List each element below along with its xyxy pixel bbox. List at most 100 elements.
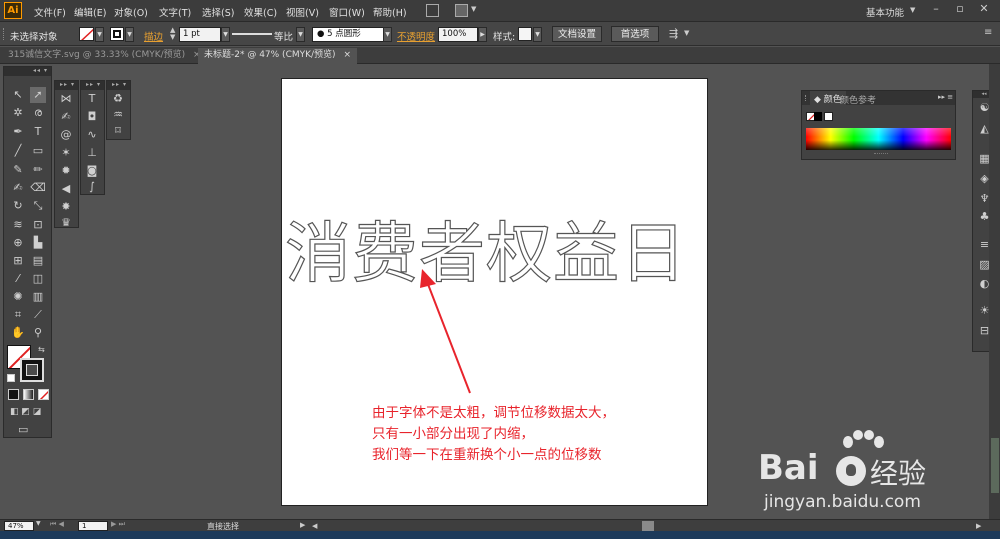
panel-collapse-icon[interactable]: ▸▸ ▾ [107,81,130,90]
rectangle-tool-icon[interactable]: ▭ [30,143,46,159]
pencil-tool-icon[interactable]: ✏ [30,162,46,178]
gradient-tool-icon[interactable]: ▤ [30,253,46,269]
crystallize-tool-icon[interactable]: ✸ [58,199,74,215]
eraser-tool-icon[interactable]: ⌫ [30,180,46,196]
pen-tool-icon[interactable]: ✒ [10,124,26,140]
vertical-area-type-tool-icon[interactable]: ◙ [84,163,100,179]
status-menu-icon[interactable]: ▶ [300,521,305,529]
arrange-documents-icon[interactable] [455,4,468,17]
type-tool-icon[interactable]: T [30,124,46,140]
stroke-dropdown-icon[interactable]: ▼ [125,27,134,42]
tab-close-icon[interactable]: × [343,50,351,60]
close-icon[interactable]: ✕ [972,0,996,18]
maximize-icon[interactable]: ▫ [948,0,972,18]
fill-dropdown-icon[interactable]: ▼ [95,27,104,42]
column-graph-tool-icon[interactable]: ▥ [30,289,46,305]
panel-resize-grip-icon[interactable] [874,153,888,155]
workspace-switcher[interactable]: 基本功能 [866,5,904,19]
warp-tool-icon[interactable]: ✍ [58,109,74,125]
type-tool-icon[interactable]: T [84,91,100,107]
menu-effect[interactable]: 效果(C) [244,5,277,19]
panel-menu-icon[interactable]: ▸▸ ≡ [938,93,953,101]
shape-builder-tool-icon[interactable]: ⊕ [10,235,26,251]
symbol-sprayer-tool-icon[interactable]: ✺ [10,289,26,305]
paintbrush-tool-icon[interactable]: ✎ [10,162,26,178]
warp-tool-icon[interactable]: ≋ [10,217,26,233]
menu-view[interactable]: 视图(V) [286,5,319,19]
stroke-label[interactable]: 描边 [144,29,163,43]
menu-help[interactable]: 帮助(H) [373,5,407,19]
scale-tool-icon[interactable]: ⤡ [30,198,46,214]
eyedropper-tool-icon[interactable]: ⁄ [10,271,26,287]
stroke-weight-input[interactable]: 1 pt [179,27,221,42]
drawing-mode-icon[interactable]: ◧ ◩ ◪ [10,407,41,417]
menu-type[interactable]: 文字(T) [159,5,191,19]
bloat-tool-icon[interactable]: ✹ [58,163,74,179]
tab-color-guide[interactable]: 颜色参考 [840,93,876,106]
pucker-tool-icon[interactable]: ✶ [58,145,74,161]
opacity-label[interactable]: 不透明度 [397,29,435,43]
tab-untitled-2[interactable]: 未标题-2* @ 47% (CMYK/预览) × [198,48,357,64]
transform-dropdown-icon[interactable]: ▼ [684,29,689,37]
preferences-button[interactable]: 首选项 [611,26,659,42]
style-dropdown-icon[interactable]: ▼ [533,27,542,42]
stroke-weight-dropdown-icon[interactable]: ▼ [221,27,230,42]
hand-tool-icon[interactable]: ✋ [10,325,26,341]
grip-icon[interactable] [3,28,6,40]
gradient-mode-icon[interactable] [23,389,34,400]
perspective-grid-tool-icon[interactable]: ▙ [30,235,46,251]
color-mode-icon[interactable] [8,389,19,400]
outlined-text-artwork[interactable]: 消费者权益日 [284,200,687,296]
free-transform-tool-icon[interactable]: ⊡ [30,217,46,233]
artboard-tool-icon[interactable]: ⌗ [10,307,26,323]
menu-edit[interactable]: 编辑(E) [74,5,106,19]
type-on-path-tool-icon[interactable]: ∿ [84,127,100,143]
menu-window[interactable]: 窗口(W) [329,5,365,19]
scroll-right-icon[interactable]: ▶ [976,522,981,530]
menu-select[interactable]: 选择(S) [202,5,234,19]
chevron-down-icon[interactable]: ▼ [471,5,476,13]
opacity-input[interactable]: 100% [438,27,478,42]
blend-tool-icon[interactable]: ⌑ [110,123,126,139]
scroll-left-icon[interactable]: ◀ [312,522,317,530]
brush-selector[interactable]: ● 5 点圆形 [312,27,392,42]
twirl-tool-icon[interactable]: @ [58,127,74,143]
menu-object[interactable]: 对象(O) [114,5,148,19]
none-mode-icon[interactable] [38,389,49,400]
default-colors-icon[interactable] [7,374,15,382]
transform-icon[interactable]: ⇶ [669,27,678,40]
zoom-tool-icon[interactable]: ⚲ [30,325,46,341]
stroke-profile-dropdown-icon[interactable]: ▼ [296,27,305,42]
next-artboard-icon[interactable]: ▶ ⏭ [111,520,125,529]
white-swatch[interactable] [824,112,833,121]
panel-collapse-icon[interactable]: ▸▸ ▾ [55,81,78,90]
workspace-chevron-icon[interactable]: ▼ [910,6,915,14]
blend-tool-icon[interactable]: ◫ [30,271,46,287]
bridge-icon[interactable] [426,4,439,17]
panel-menu-icon[interactable]: ≡ [984,27,992,38]
fill-swatch[interactable] [79,27,94,41]
selection-tool-icon[interactable]: ↖ [10,87,26,103]
vertical-path-type-tool-icon[interactable]: ∫ [84,179,100,195]
menu-file[interactable]: 文件(F) [34,5,66,19]
panel-collapse-icon[interactable]: ◂◂ ▾ [4,67,51,76]
blob-brush-tool-icon[interactable]: ✍ [10,180,26,196]
scallop-tool-icon[interactable]: ◀ [58,181,74,197]
eyedropper-tool-icon[interactable]: ♻ [110,91,126,107]
wrinkle-tool-icon[interactable]: ♛ [58,215,74,231]
opacity-dropdown-icon[interactable]: ▶ [478,27,487,42]
first-artboard-icon[interactable]: ⏮ ◀ [50,520,64,529]
horizontal-scrollbar-thumb[interactable] [642,521,654,531]
stroke-swatch[interactable] [110,27,124,41]
tab-315-svg[interactable]: 315诚信文字.svg @ 33.33% (CMYK/预览) × [2,48,207,64]
lasso-tool-icon[interactable]: ര [30,105,46,121]
slice-tool-icon[interactable]: ⟋ [30,307,46,323]
artboard-number-input[interactable]: 1 [78,521,108,531]
stroke-stepper-icon[interactable]: ▲ ▼ [170,27,175,41]
vertical-type-tool-icon[interactable]: ⊥ [84,145,100,161]
mesh-tool-icon[interactable]: ⊞ [10,253,26,269]
panel-grip-icon[interactable] [805,95,809,101]
line-tool-icon[interactable]: ╱ [10,143,26,159]
measure-tool-icon[interactable]: ♒ [110,107,126,123]
area-type-tool-icon[interactable]: ◘ [84,109,100,125]
